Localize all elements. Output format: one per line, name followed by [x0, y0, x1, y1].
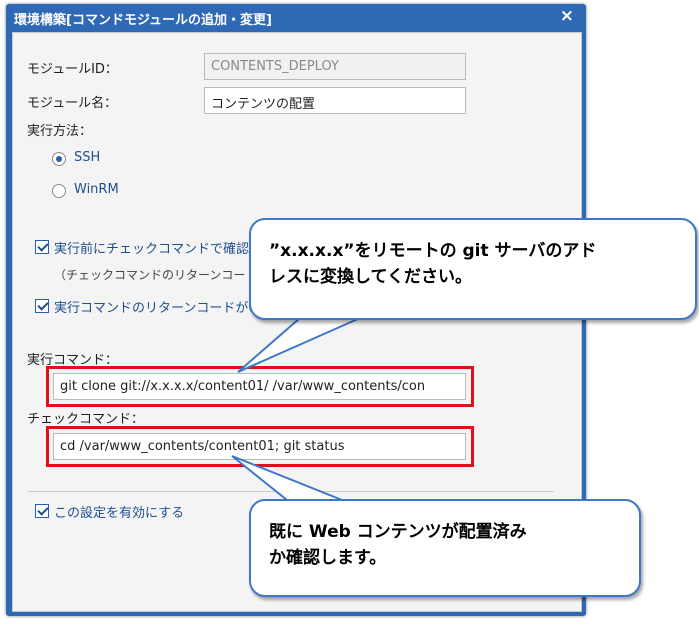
callout-exec-command-line1: ”x.x.x.x”をリモートの git サーバのアド: [269, 241, 597, 261]
callout-exec-command: ”x.x.x.x”をリモートの git サーバのアド レスに変換してください。: [249, 218, 697, 320]
callout-check-command-line2: か確認します。: [269, 548, 387, 568]
callout-exec-command-line2: レスに変換してください。: [269, 267, 472, 287]
callout-check-command-line1: 既に Web コンテンツが配置済み: [269, 522, 527, 542]
callout-check-command: 既に Web コンテンツが配置済み か確認します。: [249, 499, 641, 597]
